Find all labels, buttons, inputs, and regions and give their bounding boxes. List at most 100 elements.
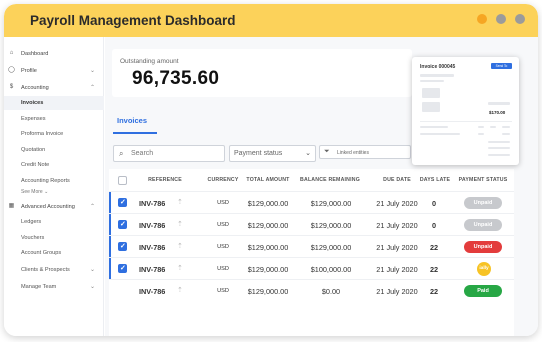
select-all-checkbox[interactable] [118, 176, 127, 185]
row-checkbox[interactable] [118, 220, 127, 229]
upload-icon[interactable]: ⇡ [177, 198, 183, 206]
sidebar-item-account-groups[interactable]: Account Groups [4, 246, 104, 260]
row-checkbox[interactable] [118, 198, 127, 207]
sidebar-item-label: Manage Team [21, 284, 57, 290]
sidebar-item-manage-team[interactable]: Manage Team ⌄ [4, 280, 104, 294]
header-total-amount[interactable]: TOTAL AMOUNT [242, 177, 294, 183]
chevron-down-icon: ⌄ [89, 68, 95, 74]
app-title: Payroll Management Dashboard [30, 13, 236, 28]
linked-entities-filter[interactable]: ⏷ Linked entities [319, 145, 411, 159]
app-window: Payroll Management Dashboard ⌂ Dashboard… [4, 4, 538, 336]
balance-cell: $129,000.00 [310, 199, 352, 208]
sidebar-item-expenses[interactable]: Expenses [4, 112, 104, 126]
preview-skeleton [502, 126, 510, 128]
due-date-cell: 21 July 2020 [376, 265, 418, 274]
sidebar-item-label: Accounting [21, 85, 49, 91]
search-input[interactable]: ⌕ Search [113, 145, 225, 162]
row-checkbox[interactable] [118, 264, 127, 273]
sidebar-item-label: Vouchers [21, 235, 45, 241]
total-amount-cell: $129,000.00 [247, 287, 289, 296]
due-date-cell: 21 July 2020 [376, 287, 418, 296]
minimize-button[interactable] [477, 14, 487, 24]
sidebar-item-credit-note[interactable]: Credit Note [4, 158, 104, 172]
chevron-down-icon: ⌄ [305, 150, 311, 157]
sidebar-item-ledgers[interactable]: Ledgers [4, 215, 104, 229]
header-balance-remaining[interactable]: BALANCE REMAINING [297, 177, 363, 183]
preview-skeleton [488, 102, 510, 105]
sidebar-item-dashboard[interactable]: ⌂ Dashboard [4, 47, 104, 61]
header-payment-status[interactable]: PAYMENT STATUS [454, 177, 512, 183]
tab-invoices[interactable]: Invoices [117, 116, 147, 125]
preview-skeleton [420, 74, 454, 77]
sidebar: ⌂ Dashboard ◯ Profile ⌄ $ Accounting ⌃ I… [4, 37, 104, 336]
preview-skeleton [420, 80, 444, 82]
sidebar-item-invoices[interactable]: Invoices [4, 96, 104, 110]
sidebar-item-label: Quotation [21, 147, 46, 153]
preview-send-button[interactable]: Send To [491, 63, 512, 69]
sidebar-item-vouchers[interactable]: Vouchers [4, 231, 104, 245]
preview-skeleton [490, 126, 496, 128]
upload-icon[interactable]: ⇡ [177, 286, 183, 294]
currency-cell: USD [217, 222, 229, 228]
tab-bar: Invoices [105, 111, 405, 135]
upload-icon[interactable]: ⇡ [177, 242, 183, 250]
preview-skeleton [488, 154, 510, 156]
status-badge: Unpaid [464, 219, 502, 231]
sidebar-item-profile[interactable]: ◯ Profile ⌄ [4, 64, 104, 78]
row-checkbox[interactable] [118, 242, 127, 251]
sidebar-item-quotation[interactable]: Quotation [4, 143, 104, 157]
balance-cell: $129,000.00 [310, 221, 352, 230]
search-icon: ⌕ [119, 149, 124, 158]
invoice-preview-card[interactable]: Invoice 000045 Send To $170.00 [412, 57, 519, 165]
reference-cell[interactable]: INV-786 [139, 221, 165, 230]
sidebar-item-accounting[interactable]: $ Accounting ⌃ [4, 81, 104, 95]
total-amount-cell: $129,000.00 [247, 265, 289, 274]
sidebar-item-label: Expenses [21, 116, 46, 122]
header-days-late[interactable]: DAYS LATE [418, 177, 452, 183]
sidebar-item-proforma-invoice[interactable]: Proforma Invoice [4, 127, 104, 141]
user-icon: ◯ [8, 67, 15, 73]
table-row[interactable]: INV-786 ⇡ USD $129,000.00 $100,000.00 21… [109, 257, 514, 280]
reference-cell[interactable]: INV-786 [139, 287, 165, 296]
sidebar-item-clients-prospects[interactable]: Clients & Prospects ⌄ [4, 263, 104, 277]
table-row[interactable]: INV-786 ⇡ USD $129,000.00 $129,000.00 21… [109, 213, 514, 236]
chevron-down-icon: ⌄ [89, 267, 95, 273]
payment-status-placeholder: Payment status [234, 150, 283, 157]
preview-skeleton [478, 126, 484, 128]
header-reference[interactable]: REFERENCE [143, 177, 187, 183]
preview-skeleton [478, 133, 484, 135]
row-selected-indicator [109, 236, 111, 258]
see-more-label: See More [21, 189, 43, 195]
days-late-cell: 0 [431, 199, 437, 208]
upload-icon[interactable]: ⇡ [177, 220, 183, 228]
payment-status-select[interactable]: Payment status ⌄ [229, 145, 316, 162]
header-currency[interactable]: CURRENCY [205, 177, 241, 183]
see-more-link[interactable]: See More ⌄ [21, 189, 48, 195]
reference-cell[interactable]: INV-786 [139, 265, 165, 274]
maximize-button[interactable] [496, 14, 506, 24]
reference-cell[interactable]: INV-786 [139, 199, 165, 208]
sidebar-item-label: Accounting Reports [21, 178, 70, 184]
table-row[interactable]: INV-786 ⇡ USD $129,000.00 $129,000.00 21… [109, 191, 514, 214]
search-placeholder: Search [131, 150, 154, 157]
due-date-cell: 21 July 2020 [376, 221, 418, 230]
table-row[interactable]: INV-786 ⇡ USD $129,000.00 $0.00 21 July … [109, 279, 514, 301]
sidebar-item-label: Ledgers [21, 219, 42, 225]
row-selected-indicator [109, 192, 111, 214]
sidebar-item-label: Account Groups [21, 250, 62, 256]
sidebar-item-accounting-reports[interactable]: Accounting Reports [4, 174, 104, 188]
sidebar-item-label: Profile [21, 68, 37, 74]
upload-icon[interactable]: ⇡ [177, 264, 183, 272]
header-due-date[interactable]: DUE DATE [371, 177, 423, 183]
reference-cell[interactable]: INV-786 [139, 243, 165, 252]
currency-cell: USD [217, 288, 229, 294]
sidebar-item-advanced-accounting[interactable]: ▦ Advanced Accounting ⌃ [4, 200, 104, 214]
table-row[interactable]: INV-786 ⇡ USD $129,000.00 $129,000.00 21… [109, 235, 514, 258]
row-selected-indicator [109, 214, 111, 236]
preview-skeleton [420, 133, 460, 135]
close-button[interactable] [515, 14, 525, 24]
currency-cell: USD [217, 266, 229, 272]
sidebar-item-label: Advanced Accounting [21, 204, 75, 210]
status-badge: Paid [464, 285, 502, 297]
preview-skeleton [422, 88, 440, 98]
